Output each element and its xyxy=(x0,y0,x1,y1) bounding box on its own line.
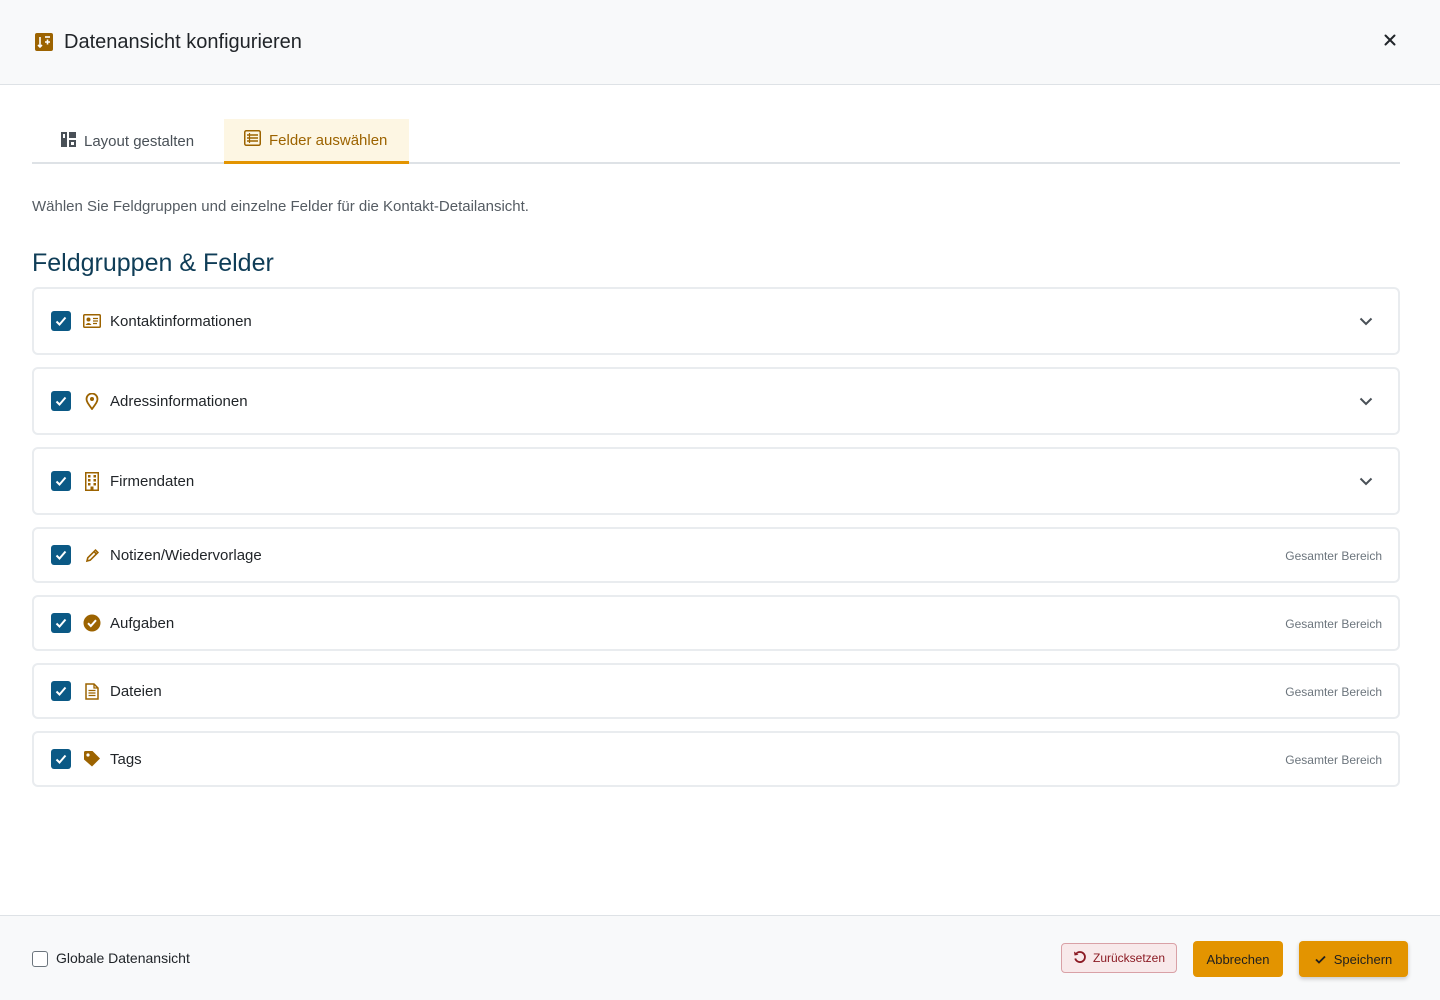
group-checkbox[interactable] xyxy=(51,545,71,565)
close-button[interactable] xyxy=(1378,30,1402,54)
tab-layout[interactable]: Layout gestalten xyxy=(32,119,224,164)
global-view-checkbox[interactable] xyxy=(32,951,48,967)
tab-bar: Layout gestalten Felder auswählen xyxy=(32,119,1400,164)
reset-icon xyxy=(1073,950,1093,967)
field-group-notizen[interactable]: Notizen/Wiedervorlage Gesamter Bereich xyxy=(32,527,1400,583)
field-group-adressinformationen[interactable]: Adressinformationen xyxy=(32,367,1400,435)
modal-title: Datenansicht konfigurieren xyxy=(64,31,302,53)
field-group-tags[interactable]: Tags Gesamter Bereich xyxy=(32,731,1400,787)
section-title: Feldgruppen & Felder xyxy=(32,249,274,277)
group-checkbox[interactable] xyxy=(51,471,71,491)
modal-header: Datenansicht konfigurieren xyxy=(0,0,1440,85)
field-group-kontaktinformationen[interactable]: Kontaktinformationen xyxy=(32,287,1400,355)
group-label: Notizen/Wiedervorlage xyxy=(110,547,262,564)
reset-button[interactable]: Zurücksetzen xyxy=(1061,943,1177,973)
tag-icon xyxy=(83,750,101,768)
group-checkbox[interactable] xyxy=(51,311,71,331)
modal-footer: Globale Datenansicht Zurücksetzen Abbrec… xyxy=(0,915,1440,1000)
scope-label: Gesamter Bereich xyxy=(1285,617,1382,631)
pencil-icon xyxy=(83,546,101,564)
save-label: Speichern xyxy=(1333,951,1393,967)
group-label: Kontaktinformationen xyxy=(110,313,252,330)
tab-fields[interactable]: Felder auswählen xyxy=(224,119,409,164)
group-checkbox[interactable] xyxy=(51,681,71,701)
group-checkbox[interactable] xyxy=(51,613,71,633)
group-checkbox[interactable] xyxy=(51,391,71,411)
close-icon xyxy=(1384,33,1396,51)
chevron-down-icon[interactable] xyxy=(1356,471,1376,491)
check-icon xyxy=(1315,952,1334,967)
save-button[interactable]: Speichern xyxy=(1299,941,1408,977)
field-group-dateien[interactable]: Dateien Gesamter Bereich xyxy=(32,663,1400,719)
cancel-label: Abbrechen xyxy=(1206,951,1270,967)
tab-fields-label: Felder auswählen xyxy=(269,131,388,149)
scope-label: Gesamter Bereich xyxy=(1285,549,1382,563)
layout-config-icon xyxy=(35,33,53,51)
scope-label: Gesamter Bereich xyxy=(1285,685,1382,699)
contact-card-icon xyxy=(83,312,101,330)
group-checkbox[interactable] xyxy=(51,749,71,769)
chevron-down-icon[interactable] xyxy=(1356,311,1376,331)
tab-layout-label: Layout gestalten xyxy=(84,133,195,150)
group-label: Dateien xyxy=(110,683,162,700)
intro-text: Wählen Sie Feldgruppen und einzelne Feld… xyxy=(32,198,529,215)
chevron-down-icon[interactable] xyxy=(1356,391,1376,411)
global-view-label: Globale Datenansicht xyxy=(56,950,190,966)
building-icon xyxy=(83,471,101,491)
reset-label: Zurücksetzen xyxy=(1092,951,1166,965)
field-group-firmendaten[interactable]: Firmendaten xyxy=(32,447,1400,515)
file-icon xyxy=(83,682,101,700)
layout-icon xyxy=(61,132,84,151)
group-label: Aufgaben xyxy=(110,615,175,632)
map-pin-icon xyxy=(83,392,101,410)
group-label: Firmendaten xyxy=(110,473,195,490)
list-icon xyxy=(244,130,269,150)
scope-label: Gesamter Bereich xyxy=(1285,753,1382,767)
group-label: Tags xyxy=(110,751,142,768)
field-group-aufgaben[interactable]: Aufgaben Gesamter Bereich xyxy=(32,595,1400,651)
group-label: Adressinformationen xyxy=(110,393,248,410)
cancel-button[interactable]: Abbrechen xyxy=(1193,941,1283,977)
check-circle-icon xyxy=(83,614,101,632)
